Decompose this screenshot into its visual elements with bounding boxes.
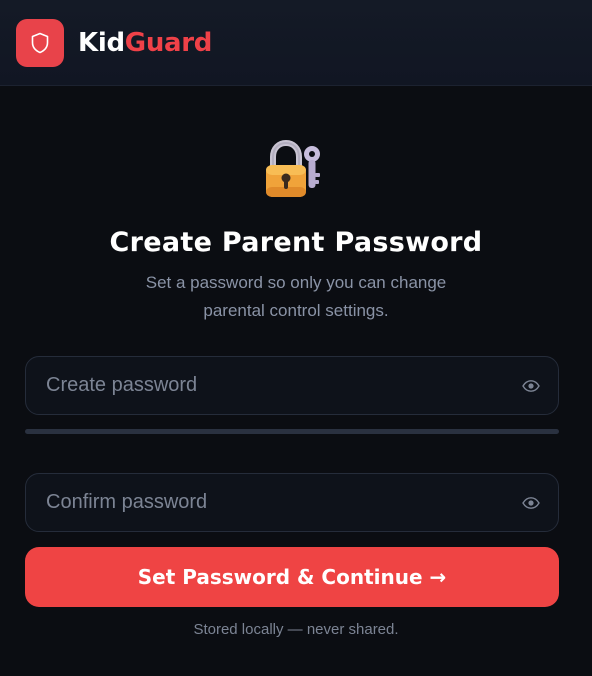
storage-note: Stored locally — never shared. [193, 621, 399, 638]
password-setup-panel: Create Parent Password Set a password so… [0, 87, 592, 676]
page-subtitle: Set a password so only you can change pa… [145, 273, 447, 320]
page-title: Create Parent Password [109, 227, 483, 258]
password-strength-bar [25, 429, 559, 434]
show-password-eye-icon[interactable] [520, 375, 542, 397]
shield-icon [31, 32, 49, 53]
create-password-field[interactable] [25, 356, 559, 415]
brand-part-kid: Kid [78, 27, 125, 58]
lock-with-key-icon [266, 139, 320, 197]
confirm-password-input[interactable] [46, 491, 520, 514]
app-header: KidGuard [0, 0, 592, 86]
confirm-password-field[interactable] [25, 473, 559, 532]
app-logo [16, 18, 64, 67]
brand-name: KidGuard [78, 28, 212, 58]
show-confirm-password-eye-icon[interactable] [520, 492, 542, 514]
set-password-continue-button[interactable]: Set Password & Continue → [25, 547, 559, 607]
brand-part-guard: Guard [124, 27, 213, 58]
create-password-input[interactable] [46, 374, 520, 397]
